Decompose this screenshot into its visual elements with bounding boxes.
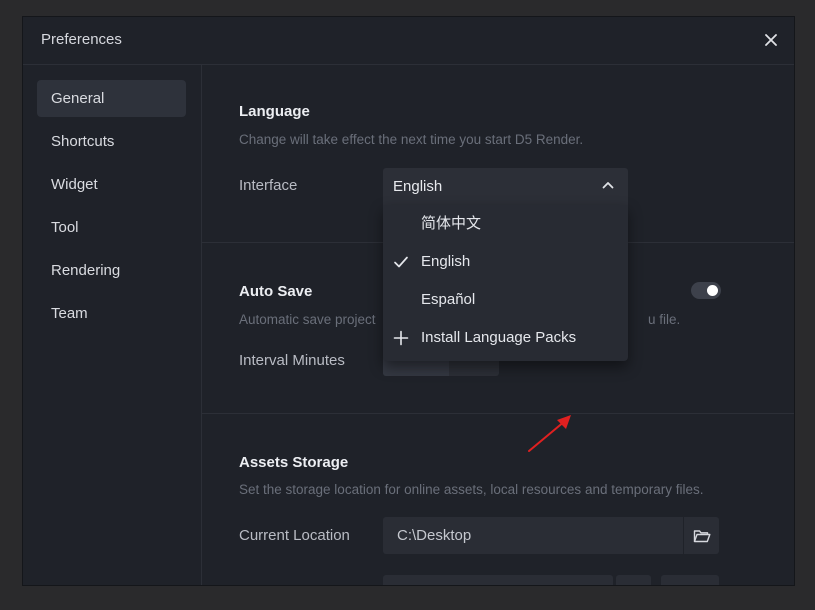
sidebar-item-team[interactable]: Team [37, 295, 186, 332]
auto-save-toggle[interactable] [691, 282, 721, 299]
language-option-spanish[interactable]: Español [383, 281, 628, 319]
partially-visible-button[interactable] [616, 575, 651, 585]
interval-minutes-label: Interval Minutes [239, 352, 345, 369]
settings-content: Language Change will take effect the nex… [201, 65, 794, 585]
sidebar-item-rendering[interactable]: Rendering [37, 252, 186, 289]
language-select[interactable]: English [383, 168, 628, 205]
option-label: 简体中文 [421, 215, 482, 232]
current-location-field[interactable]: C:\Desktop [383, 517, 683, 554]
close-icon [765, 34, 777, 46]
partially-visible-button[interactable] [661, 575, 719, 585]
preferences-window: Preferences General Shortcuts Widget Too… [22, 16, 795, 586]
sidebar: General Shortcuts Widget Tool Rendering … [23, 65, 202, 585]
check-icon [394, 256, 408, 268]
chevron-up-icon [602, 182, 614, 189]
language-option-chinese[interactable]: 简体中文 [383, 205, 628, 243]
sidebar-item-shortcuts[interactable]: Shortcuts [37, 123, 186, 160]
language-section-description: Change will take effect the next time yo… [239, 132, 584, 147]
auto-save-section-title: Auto Save [239, 283, 313, 300]
interface-label: Interface [239, 177, 298, 194]
assets-storage-description: Set the storage location for online asse… [239, 482, 704, 497]
window-title: Preferences [41, 31, 122, 48]
sidebar-item-widget[interactable]: Widget [37, 166, 186, 203]
browse-folder-button[interactable] [684, 517, 719, 554]
close-button[interactable] [760, 29, 782, 51]
sidebar-item-general[interactable]: General [37, 80, 186, 117]
sidebar-item-tool[interactable]: Tool [37, 209, 186, 246]
auto-save-description: Automatic save project [239, 312, 376, 327]
title-bar: Preferences [23, 17, 794, 65]
folder-icon [693, 529, 710, 542]
partially-visible-field[interactable] [383, 575, 613, 585]
option-label: Español [421, 291, 476, 308]
language-dropdown-menu: 简体中文 English Español Install Language Pa… [383, 205, 628, 361]
install-language-packs-option[interactable]: Install Language Packs [383, 319, 628, 357]
red-arrow-annotation [528, 415, 571, 452]
language-option-english[interactable]: English [383, 243, 628, 281]
assets-storage-section-title: Assets Storage [239, 454, 349, 471]
language-select-value: English [393, 178, 443, 195]
option-label: English [421, 253, 471, 270]
toggle-knob [707, 285, 718, 296]
auto-save-description-end: u file. [648, 312, 681, 327]
current-location-label: Current Location [239, 527, 350, 544]
section-divider [201, 413, 794, 414]
plus-icon [393, 330, 409, 346]
language-section-title: Language [239, 103, 310, 120]
option-label: Install Language Packs [421, 329, 577, 346]
